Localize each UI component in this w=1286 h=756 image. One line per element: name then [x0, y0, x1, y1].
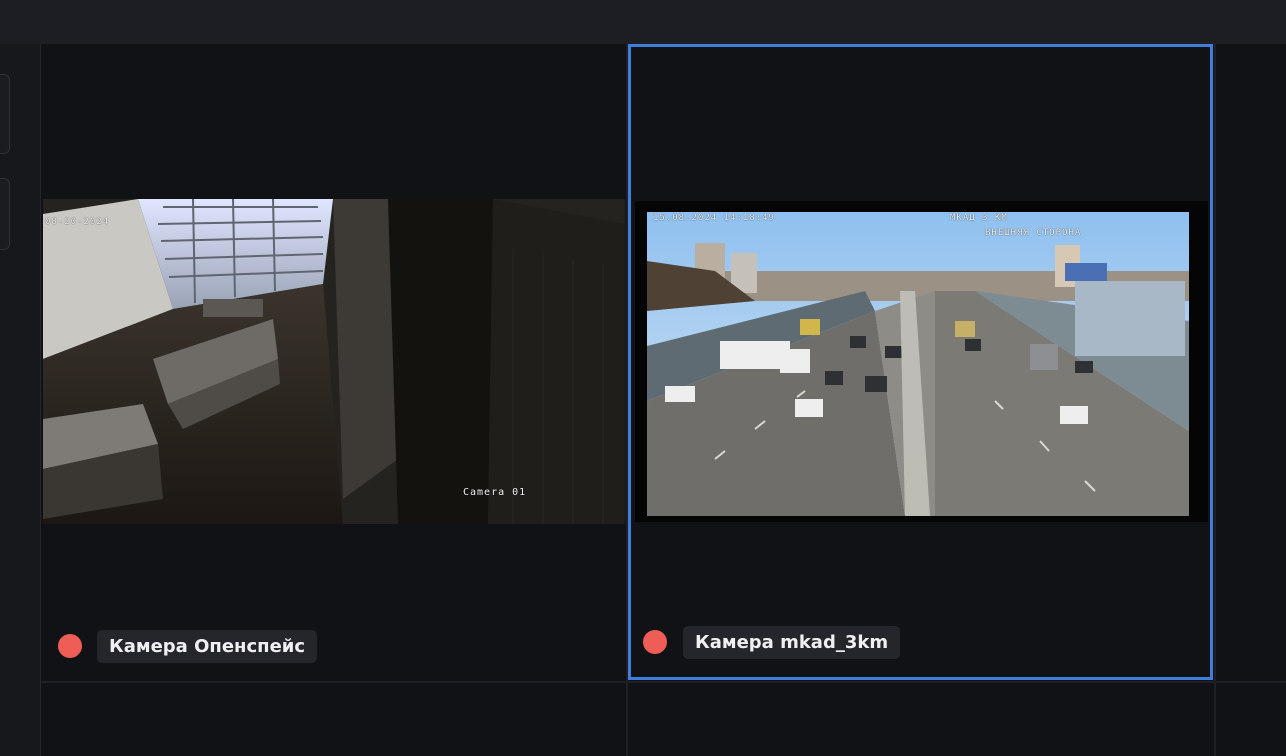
camera-tile-empty[interactable] [628, 683, 1213, 756]
camera-name-label: Камера mkad_3km [683, 626, 901, 659]
video-timestamp: 08-20-2024 [45, 217, 110, 227]
camera-tile-openspace[interactable]: 08-20-2024 Camera 01 Камера Опенспейс [43, 44, 625, 681]
camera-grid-app: 08-20-2024 Camera 01 Камера Опенспейс 15… [0, 0, 1286, 756]
left-sidebar [0, 44, 41, 756]
camera-name-label: Камера Опенспейс [97, 630, 318, 663]
office-camera-image [43, 199, 625, 524]
status-indicator [58, 634, 82, 658]
camera-video-feed[interactable]: 15.08.2024 14:18:49 МКАД 3 КМ ВНЕШНЯЯ СТ… [635, 201, 1208, 522]
camera-tile-empty[interactable] [1216, 683, 1286, 756]
camera-video-feed[interactable]: 08-20-2024 Camera 01 [43, 199, 625, 524]
highway-camera-image [647, 212, 1189, 516]
video-location-label: МКАД 3 КМ [950, 213, 1008, 223]
top-bar [0, 0, 1286, 44]
video-timestamp: 15.08.2024 14:18:49 [653, 213, 775, 223]
sidebar-tab[interactable] [0, 178, 10, 250]
video-direction-label: ВНЕШНЯЯ СТОРОНА [985, 228, 1082, 238]
camera-tile-mkad-3km[interactable]: 15.08.2024 14:18:49 МКАД 3 КМ ВНЕШНЯЯ СТ… [628, 44, 1213, 680]
video-camera-label: Camera 01 [463, 487, 527, 498]
camera-tile-empty[interactable] [1216, 44, 1286, 681]
camera-tile-empty[interactable] [43, 683, 625, 756]
status-indicator [643, 630, 667, 654]
sidebar-tab[interactable] [0, 74, 10, 154]
